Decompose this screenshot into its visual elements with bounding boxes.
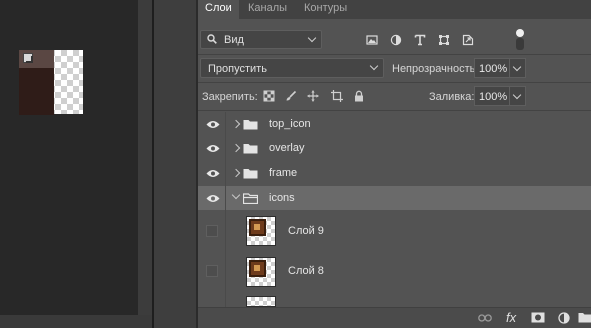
opacity-input[interactable]: 100% [474, 58, 510, 78]
tab-layers[interactable]: Слои [198, 0, 239, 19]
divider [198, 54, 591, 55]
folder-open-icon [243, 193, 258, 204]
visibility-toggle[interactable] [206, 225, 218, 237]
lock-artboard-icon[interactable] [331, 90, 343, 102]
folder-icon [243, 120, 258, 130]
smart-object-filter-icon[interactable] [462, 34, 474, 46]
folder-icon [243, 169, 258, 179]
fill-label: Заливка: [429, 91, 475, 103]
fill-input[interactable]: 100% [474, 86, 510, 106]
lock-position-icon[interactable] [307, 90, 319, 102]
fill-dropdown-button[interactable] [510, 86, 526, 106]
layer-name: frame [269, 167, 298, 179]
opacity-value: 100% [479, 63, 508, 75]
layer-style-icon[interactable]: fx [506, 310, 516, 325]
filter-kind-select[interactable]: Вид [200, 30, 322, 49]
chevron-down-icon [307, 33, 317, 43]
blend-mode-select[interactable]: Пропустить [200, 58, 384, 78]
layer-row-partial[interactable] [198, 292, 591, 307]
tab-channels[interactable]: Каналы [241, 0, 294, 19]
layer-name: Слой 8 [288, 265, 324, 277]
canvas-artwork [19, 50, 54, 115]
folder-icon [243, 144, 258, 154]
layers-panel: Слои Каналы Контуры Вид Пропустить Непро… [198, 0, 591, 328]
chevron-down-icon[interactable] [231, 190, 241, 200]
layer-filter-row: Вид [198, 28, 591, 52]
document-canvas-area[interactable] [0, 0, 138, 315]
opacity-label: Непрозрачность: [392, 63, 479, 75]
layer-row-icons[interactable]: icons [198, 186, 591, 210]
layer-row-layer-9[interactable]: Слой 9 [198, 210, 591, 252]
eye-icon[interactable] [206, 120, 220, 129]
layer-thumbnail [246, 296, 276, 307]
fill-value: 100% [479, 91, 508, 103]
new-group-icon[interactable] [578, 312, 591, 323]
layer-name: Слой 9 [288, 225, 324, 237]
add-mask-icon[interactable] [531, 312, 545, 323]
canvas-scroll-area [0, 315, 152, 328]
panel-tab-bar: Слои Каналы Контуры [198, 0, 591, 19]
layer-row-overlay[interactable]: overlay [198, 136, 591, 161]
opacity-dropdown-button[interactable] [510, 58, 526, 78]
adjustment-layer-icon[interactable] [558, 312, 570, 324]
chevron-down-icon [512, 90, 522, 100]
layer-name: overlay [269, 142, 305, 154]
divider [198, 82, 591, 83]
chevron-right-icon[interactable] [231, 168, 241, 178]
layer-thumbnail [246, 216, 276, 246]
lock-image-pixels-icon[interactable] [285, 90, 297, 102]
link-layers-icon[interactable] [478, 312, 492, 324]
layer-row-top-icon[interactable]: top_icon [198, 112, 591, 136]
lock-label: Закрепить: [202, 91, 258, 103]
lock-transparent-pixels-icon[interactable] [263, 90, 275, 102]
search-icon [207, 34, 217, 44]
panel-divider [138, 0, 152, 315]
filter-toggle-switch[interactable] [516, 29, 524, 51]
corner-badge-icon [23, 53, 33, 63]
eye-icon[interactable] [206, 194, 220, 203]
layer-row-layer-8[interactable]: Слой 8 [198, 252, 591, 292]
filter-kind-value: Вид [224, 34, 244, 46]
visibility-toggle[interactable] [206, 265, 218, 277]
canvas-image [19, 50, 83, 115]
lock-all-icon[interactable] [353, 90, 365, 102]
image-filter-icon[interactable] [366, 34, 378, 46]
divider [198, 110, 591, 111]
layer-name: icons [269, 192, 295, 204]
chevron-right-icon[interactable] [231, 143, 241, 153]
tab-paths[interactable]: Контуры [297, 0, 354, 19]
chevron-right-icon[interactable] [231, 119, 241, 129]
eye-icon[interactable] [206, 169, 220, 178]
layer-name: top_icon [269, 118, 311, 130]
layer-thumbnail [246, 257, 276, 287]
blend-mode-value: Пропустить [208, 63, 267, 75]
collapsed-panel-strip [154, 0, 196, 328]
chevron-down-icon [369, 61, 379, 71]
shape-filter-icon[interactable] [438, 34, 450, 46]
layer-row-frame[interactable]: frame [198, 161, 591, 186]
layers-bottom-toolbar: fx [198, 307, 591, 328]
type-filter-icon[interactable] [414, 34, 426, 46]
adjustment-filter-icon[interactable] [390, 34, 402, 46]
chevron-down-icon [512, 62, 522, 72]
eye-icon[interactable] [206, 144, 220, 153]
